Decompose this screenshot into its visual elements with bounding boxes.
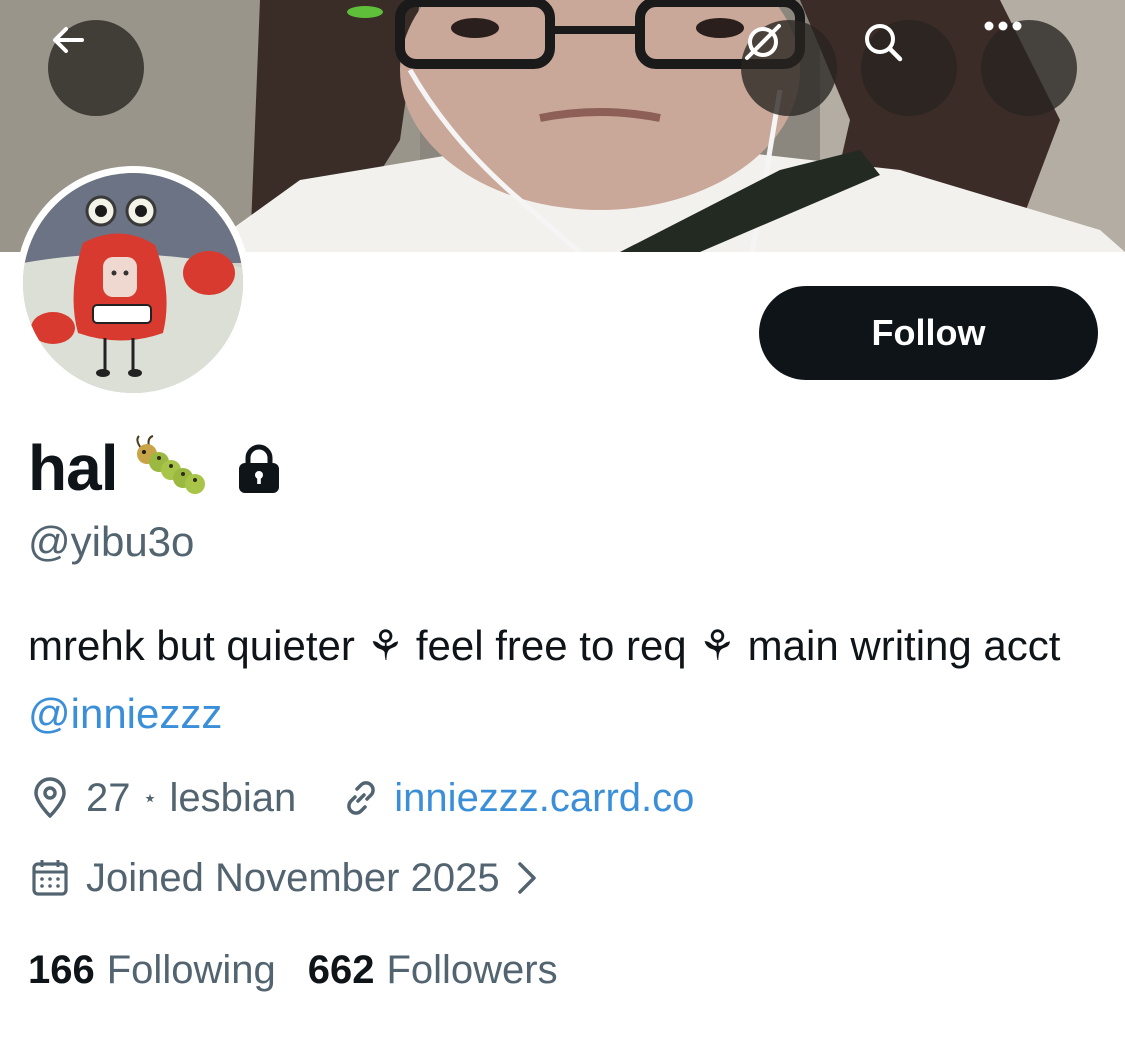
following-count: 166 (28, 947, 95, 992)
lock-icon (237, 444, 281, 499)
followers-stat[interactable]: 662 Followers (308, 948, 558, 993)
link-icon (340, 777, 382, 819)
following-stat[interactable]: 166 Following (28, 948, 276, 993)
bio-separator: ⚘ (698, 622, 736, 669)
following-label: Following (106, 947, 276, 992)
bio-separator: ⚘ (366, 622, 405, 669)
name-row: hal (28, 428, 281, 508)
avatar-image (23, 173, 243, 393)
bio: mrehk but quieter ⚘ feel free to req ⚘ m… (28, 612, 1088, 748)
calendar-icon (30, 858, 70, 898)
followers-label: Followers (386, 947, 558, 992)
more-horizontal-icon (984, 21, 1022, 31)
search-button[interactable] (861, 20, 957, 116)
bio-text: main writing acct (747, 622, 1061, 669)
back-button[interactable] (48, 20, 144, 116)
bio-text: mrehk but quieter (28, 622, 355, 669)
arrow-left-icon (53, 27, 84, 53)
search-icon (865, 24, 903, 62)
follow-stats: 166 Following 662 Followers (28, 942, 558, 998)
website-link[interactable]: inniezzz.carrd.co (394, 776, 694, 821)
avatar-frame[interactable] (16, 166, 250, 400)
joined-row[interactable]: Joined November 2025 (30, 850, 538, 906)
profile-meta-row: 27 ⋆ lesbian inniezzz.carrd.co (28, 770, 694, 826)
profile-screen: Follow hal @yibu3o mrehk but quieter ⚘ f… (0, 0, 1125, 1040)
grok-button[interactable] (741, 20, 837, 116)
location-text: lesbian (169, 775, 297, 820)
joined-date: Joined November 2025 (86, 855, 500, 900)
display-name: hal (28, 432, 118, 504)
bio-text: feel free to req (415, 622, 687, 669)
follow-button[interactable]: Follow (759, 286, 1098, 380)
bio-mention-link[interactable]: @inniezzz (28, 690, 222, 737)
chevron-right-icon (516, 860, 538, 896)
grok-icon (745, 24, 781, 60)
followers-count: 662 (307, 947, 375, 992)
location-age: 27 (86, 775, 131, 820)
caterpillar-icon (133, 434, 209, 503)
more-button[interactable] (981, 20, 1077, 116)
location-pin-icon (28, 776, 72, 820)
avatar[interactable] (23, 173, 243, 393)
location-separator: ⋆ (142, 784, 158, 812)
username-handle: @yibu3o (28, 518, 195, 565)
